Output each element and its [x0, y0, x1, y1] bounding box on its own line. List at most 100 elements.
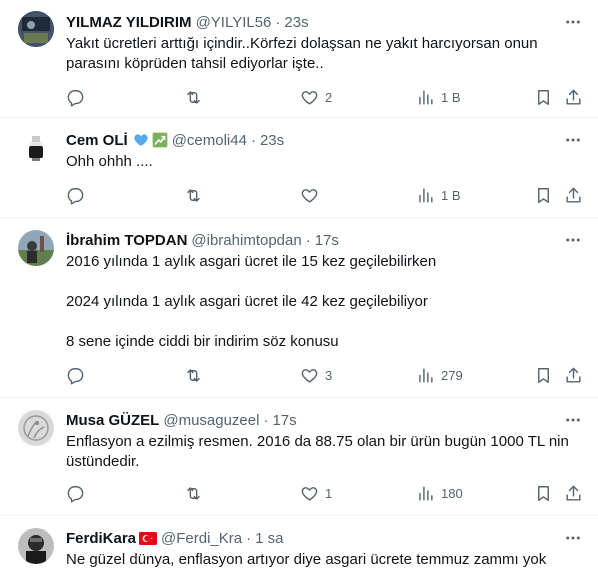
tweet-header: Musa GÜZEL @musaguzeel · 17s	[66, 410, 590, 430]
views-icon	[419, 485, 433, 501]
author-handle[interactable]: @ibrahimtopdan	[191, 232, 301, 249]
action-bar: 2 1 B	[58, 84, 584, 110]
view-count: 1 B	[441, 89, 461, 105]
tweet[interactable]: Cem OLİ @cemoli44 · 23s Ohh ohhh .... 1 …	[0, 118, 598, 218]
avatar[interactable]	[18, 11, 54, 47]
tweet[interactable]: FerdiKara @Ferdi_Kra · 1 sa Ne güzel dün…	[0, 516, 598, 570]
more-icon[interactable]	[560, 407, 586, 433]
chart-increasing-icon	[152, 132, 168, 148]
timestamp[interactable]: 17s	[315, 232, 339, 249]
reply-button[interactable]	[66, 182, 85, 208]
separator: ·	[250, 131, 256, 149]
retweet-icon	[187, 90, 200, 104]
heart-icon	[301, 90, 318, 105]
reply-icon	[67, 89, 84, 107]
retweet-icon	[187, 188, 200, 202]
bookmark-icon	[538, 187, 549, 203]
tweet-text: 2016 yılında 1 aylık asgari ücret ile 15…	[66, 252, 584, 352]
retweet-button[interactable]	[184, 84, 203, 110]
bookmark-button[interactable]	[534, 480, 553, 506]
timestamp[interactable]: 23s	[284, 14, 308, 31]
author-handle[interactable]: @Ferdi_Kra	[161, 530, 242, 547]
like-count: 1	[325, 485, 333, 501]
author-name[interactable]: Cem OLİ	[66, 132, 128, 149]
author-name[interactable]: İbrahim TOPDAN	[66, 232, 187, 249]
reply-button[interactable]	[66, 84, 85, 110]
bookmark-button[interactable]	[534, 84, 553, 110]
tweet-text-line: Ohh ohhh ....	[66, 153, 153, 170]
bookmark-button[interactable]	[534, 362, 553, 388]
bookmark-icon	[538, 367, 549, 383]
retweet-button[interactable]	[184, 480, 203, 506]
tweet-text: Yakıt ücretleri arttığı içindir..Körfezi…	[66, 34, 584, 74]
tweet-text-line: 2016 yılında 1 aylık asgari ücret ile 15…	[66, 253, 437, 270]
like-button[interactable]: 1	[300, 480, 332, 506]
bookmark-button[interactable]	[534, 182, 553, 208]
tweet-header: Cem OLİ @cemoli44 · 23s	[66, 130, 590, 150]
tweet-text-line: 2024 yılında 1 aylık asgari ücret ile 42…	[66, 293, 428, 310]
tweet-header: YILMAZ YILDIRIM @YILYIL56 · 23s	[66, 12, 590, 32]
bookmark-icon	[538, 485, 549, 501]
avatar[interactable]	[18, 410, 54, 446]
author-name[interactable]: Musa GÜZEL	[66, 412, 159, 429]
reply-icon	[67, 187, 84, 205]
avatar[interactable]	[18, 528, 54, 564]
reply-button[interactable]	[66, 480, 85, 506]
heart-icon	[301, 486, 318, 501]
views-button[interactable]: 1 B	[416, 182, 461, 208]
views-icon	[419, 89, 433, 105]
reply-icon	[67, 485, 84, 503]
tweet-text-line: 8 sene içinde ciddi bir indirim söz konu…	[66, 333, 339, 350]
view-count: 1 B	[441, 187, 461, 203]
more-icon[interactable]	[560, 9, 586, 35]
more-icon[interactable]	[560, 127, 586, 153]
like-button[interactable]: 3	[300, 362, 332, 388]
separator: ·	[263, 411, 269, 429]
views-button[interactable]: 180	[416, 480, 463, 506]
author-handle[interactable]: @musaguzeel	[163, 412, 259, 429]
author-name[interactable]: YILMAZ YILDIRIM	[66, 14, 192, 31]
tweet-text: Ne güzel dünya, enflasyon artıyor diye a…	[66, 550, 584, 570]
share-icon	[566, 187, 581, 203]
reply-button[interactable]	[66, 362, 85, 388]
heart-icon	[301, 188, 318, 203]
timestamp[interactable]: 17s	[272, 412, 296, 429]
tweet-text-line: Yakıt ücretleri arttığı içindir..Körfezi…	[66, 35, 538, 52]
tweet-text-line: parasını köprüden tahsil ediyorlar işte.…	[66, 55, 324, 72]
tweet[interactable]: YILMAZ YILDIRIM @YILYIL56 · 23s Yakıt üc…	[0, 0, 598, 118]
tweet[interactable]: İbrahim TOPDAN @ibrahimtopdan · 17s 2016…	[0, 218, 598, 398]
more-icon[interactable]	[560, 227, 586, 253]
retweet-button[interactable]	[184, 182, 203, 208]
retweet-button[interactable]	[184, 362, 203, 388]
bookmark-icon	[538, 89, 549, 105]
views-icon	[419, 187, 433, 203]
tweet-text: Enflasyon a ezilmiş resmen. 2016 da 88.7…	[66, 432, 584, 472]
author-handle[interactable]: @cemoli44	[172, 132, 247, 149]
timestamp[interactable]: 23s	[260, 132, 284, 149]
like-count: 2	[325, 89, 333, 105]
views-button[interactable]: 279	[416, 362, 463, 388]
author-name[interactable]: FerdiKara	[66, 530, 136, 547]
share-button[interactable]	[564, 182, 583, 208]
blue-heart-icon	[133, 132, 149, 148]
more-icon[interactable]	[560, 525, 586, 551]
tweet[interactable]: Musa GÜZEL @musaguzeel · 17s Enflasyon a…	[0, 398, 598, 516]
avatar[interactable]	[18, 230, 54, 266]
timestamp[interactable]: 1 sa	[255, 530, 283, 547]
reply-icon	[67, 367, 84, 385]
share-icon	[566, 485, 581, 501]
like-count: 3	[325, 367, 333, 383]
views-icon	[419, 367, 433, 383]
turkey-flag-icon	[139, 531, 158, 545]
like-button[interactable]: 2	[300, 84, 332, 110]
share-button[interactable]	[564, 480, 583, 506]
share-button[interactable]	[564, 84, 583, 110]
tweet-text-line: Ne güzel dünya, enflasyon artıyor diye a…	[66, 551, 547, 568]
author-handle[interactable]: @YILYIL56	[196, 14, 272, 31]
share-button[interactable]	[564, 362, 583, 388]
like-button[interactable]	[300, 182, 325, 208]
views-button[interactable]: 1 B	[416, 84, 461, 110]
separator: ·	[305, 231, 311, 249]
action-bar: 3 279	[58, 362, 584, 388]
avatar[interactable]	[18, 130, 54, 166]
